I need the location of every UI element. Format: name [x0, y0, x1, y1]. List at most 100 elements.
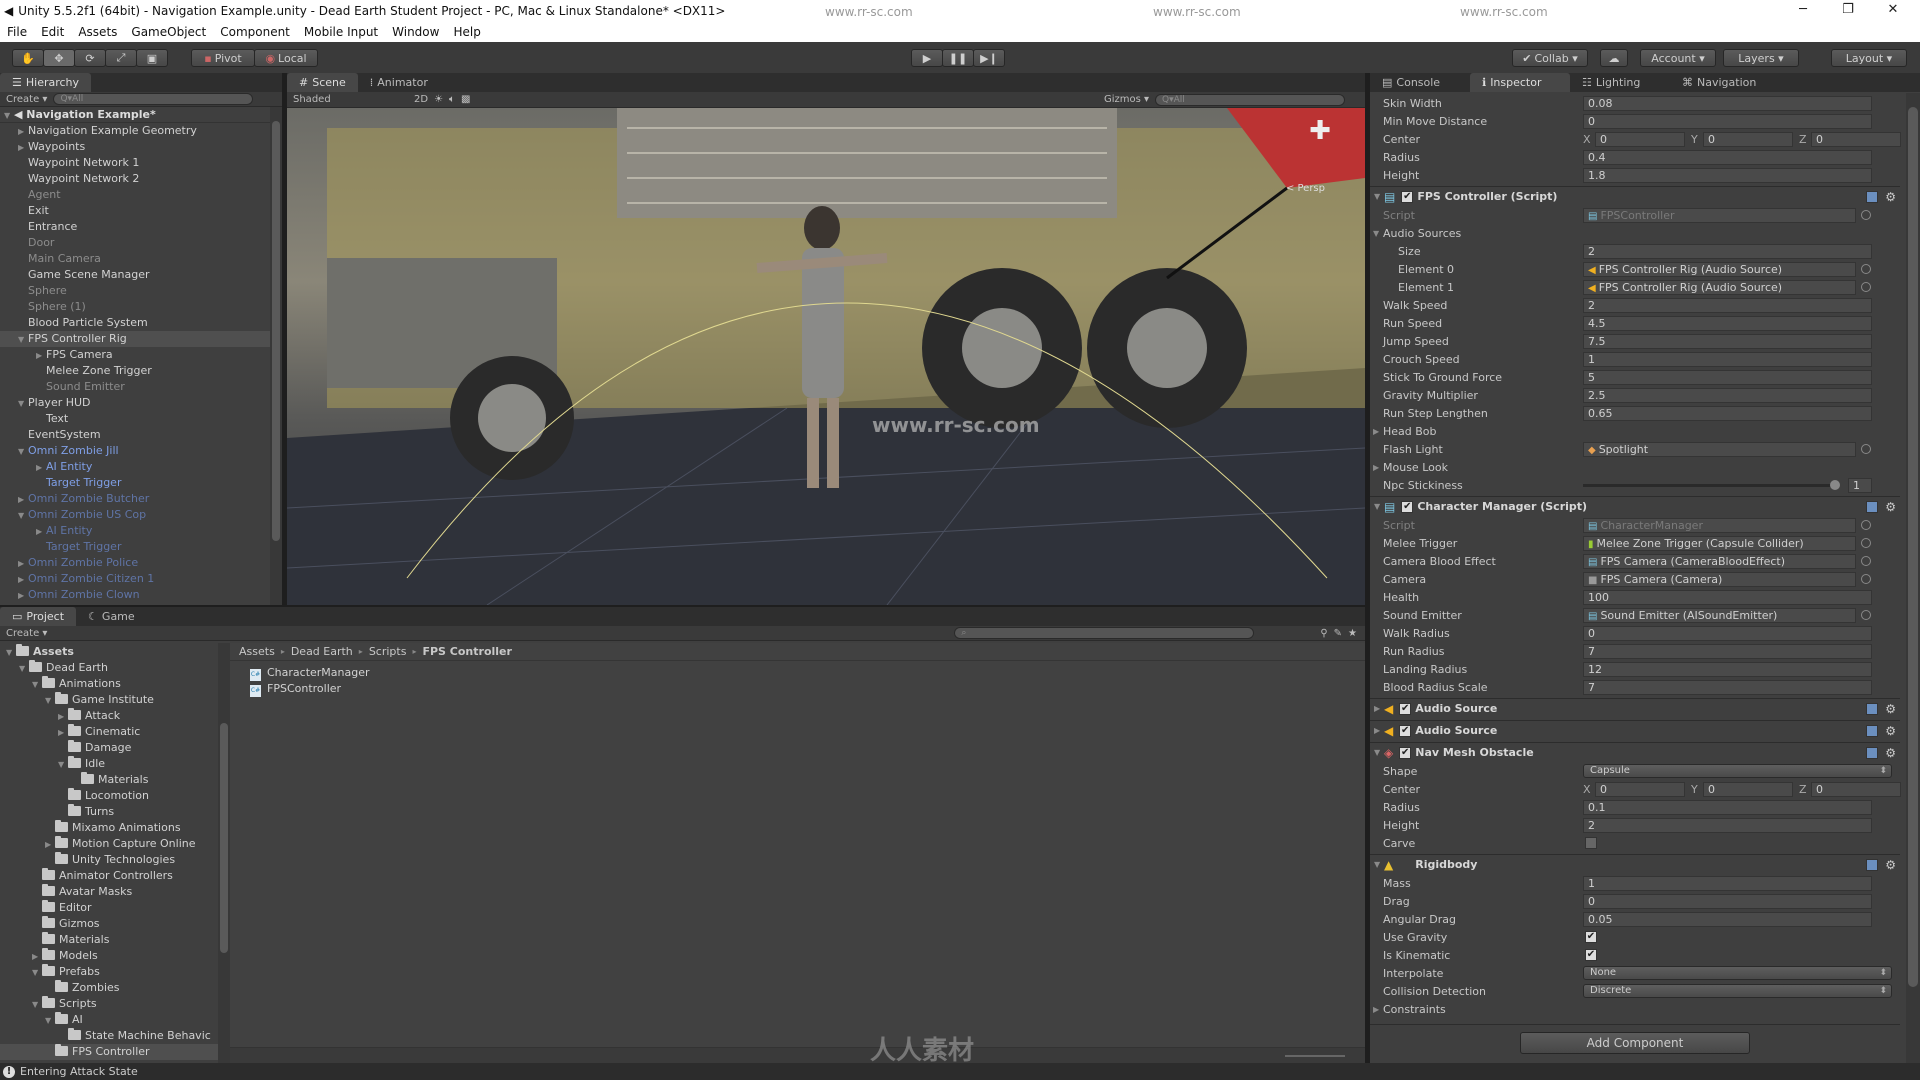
scene-root[interactable]: ▼ ◀ Navigation Example* — [0, 107, 270, 123]
number-field[interactable]: 0 — [1583, 893, 1872, 909]
collapsed-arrow-icon[interactable]: ▶ — [36, 460, 46, 476]
project-folder[interactable]: ▼ Scripts — [0, 996, 218, 1012]
project-folder[interactable]: ▼ Prefabs — [0, 964, 218, 980]
project-folder[interactable]: ▶ Cinematic — [0, 724, 218, 740]
project-folder[interactable]: ▼ Dead Earth — [0, 660, 218, 676]
object-field[interactable]: ▤ FPS Camera (CameraBloodEffect) — [1583, 553, 1856, 569]
project-folder[interactable]: Animator Controllers — [0, 868, 218, 884]
field-label[interactable]: Constraints — [1383, 1003, 1446, 1016]
project-folder[interactable]: State Machine Behavic — [0, 1028, 218, 1044]
minimize-button[interactable]: ─ — [1783, 0, 1823, 22]
layers-dropdown[interactable]: Layers ▾ — [1723, 49, 1799, 67]
play-button[interactable]: ▶ — [911, 49, 943, 67]
object-picker-icon[interactable] — [1861, 444, 1871, 454]
hierarchy-item[interactable]: Door — [0, 235, 270, 251]
gear-icon[interactable]: ⚙ — [1885, 190, 1896, 204]
project-folder[interactable]: ▼ Idle — [0, 756, 218, 772]
dropdown[interactable]: Discrete — [1583, 984, 1892, 998]
tab-inspector[interactable]: ℹ Inspector — [1470, 73, 1570, 92]
menu-window[interactable]: Window — [385, 25, 446, 39]
project-folder[interactable]: ▼ AI — [0, 1012, 218, 1028]
collapsed-arrow-icon[interactable]: ▶ — [32, 949, 42, 965]
expanded-arrow-icon[interactable]: ▼ — [19, 661, 29, 677]
collapsed-arrow-icon[interactable]: ▶ — [45, 837, 55, 853]
hierarchy-item[interactable]: Target Trigger — [0, 539, 270, 555]
slider-track[interactable] — [1583, 484, 1838, 487]
maximize-button[interactable]: ❐ — [1828, 0, 1868, 22]
dropdown[interactable]: None — [1583, 966, 1892, 980]
vector-z-field[interactable]: 0 — [1811, 131, 1901, 147]
effects-toggle-icon[interactable]: ▩ — [461, 94, 470, 105]
component-enabled-checkbox[interactable]: ✔ — [1401, 500, 1414, 513]
hierarchy-item[interactable]: ▼ Omni Zombie Jill — [0, 443, 270, 459]
tab-scene[interactable]: # Scene — [287, 73, 358, 92]
hierarchy-item[interactable]: Sound Emitter — [0, 379, 270, 395]
hierarchy-item[interactable]: ▶ AI Entity — [0, 523, 270, 539]
collapsed-arrow-icon[interactable]: ▶ — [18, 492, 28, 508]
collapsed-arrow-icon[interactable]: ▶ — [18, 588, 28, 604]
menu-help[interactable]: Help — [446, 25, 487, 39]
number-field[interactable]: 7 — [1583, 679, 1872, 695]
lighting-toggle-icon[interactable]: ☀ — [434, 94, 443, 105]
add-component-button[interactable]: Add Component — [1520, 1032, 1750, 1054]
object-picker-icon[interactable] — [1861, 210, 1871, 220]
number-field[interactable]: 2.5 — [1583, 387, 1872, 403]
menu-mobile-input[interactable]: Mobile Input — [297, 25, 385, 39]
expanded-arrow-icon[interactable]: ▼ — [1373, 229, 1383, 238]
gear-icon[interactable]: ⚙ — [1885, 746, 1896, 760]
field-label[interactable]: Mouse Look — [1383, 461, 1448, 474]
project-file[interactable]: C# FPSController — [250, 681, 1365, 697]
collapsed-arrow-icon[interactable]: ▶ — [18, 556, 28, 572]
collapsed-arrow-icon[interactable]: ▶ — [58, 709, 68, 725]
component-enabled-checkbox[interactable]: ✔ — [1401, 190, 1414, 203]
vector-z-field[interactable]: 0 — [1811, 781, 1901, 797]
hierarchy-item[interactable]: Sphere — [0, 283, 270, 299]
breadcrumb-item[interactable]: Scripts — [369, 645, 407, 658]
hierarchy-item[interactable]: ▶ Omni Zombie Clown — [0, 587, 270, 603]
slider-thumb[interactable] — [1830, 480, 1840, 490]
menu-assets[interactable]: Assets — [71, 25, 124, 39]
expanded-arrow-icon[interactable]: ▼ — [1374, 502, 1384, 511]
layout-dropdown[interactable]: Layout ▾ — [1831, 49, 1907, 67]
hierarchy-item[interactable]: Main Camera — [0, 251, 270, 267]
component-header[interactable]: ▼ ▤ ✔ Character Manager (Script) ⚙ — [1370, 496, 1900, 516]
expanded-arrow-icon[interactable]: ▼ — [1374, 192, 1384, 201]
collapsed-arrow-icon[interactable]: ▶ — [36, 524, 46, 540]
component-enabled-checkbox[interactable]: ✔ — [1399, 702, 1412, 715]
close-button[interactable]: ✕ — [1873, 0, 1913, 22]
expanded-arrow-icon[interactable]: ▼ — [45, 693, 55, 709]
object-field[interactable]: ◀ FPS Controller Rig (Audio Source) — [1583, 279, 1856, 295]
expanded-arrow-icon[interactable]: ▼ — [1374, 748, 1384, 757]
expanded-arrow-icon[interactable]: ▼ — [32, 997, 42, 1013]
hierarchy-item[interactable]: Target Trigger — [0, 475, 270, 491]
cloud-button[interactable]: ☁ — [1600, 49, 1628, 67]
object-picker-icon[interactable] — [1861, 574, 1871, 584]
project-folder[interactable]: Gizmos — [0, 916, 218, 932]
move-tool-button[interactable]: ✥ — [43, 49, 75, 67]
number-field[interactable]: 2 — [1583, 243, 1872, 259]
field-label[interactable]: Audio Sources — [1383, 227, 1461, 240]
rect-tool-button[interactable]: ▣ — [136, 49, 168, 67]
tab-console[interactable]: ▤ Console — [1370, 73, 1470, 92]
help-icon[interactable] — [1866, 702, 1878, 715]
icon-size-slider[interactable] — [1285, 1055, 1345, 1057]
collapsed-arrow-icon[interactable]: ▶ — [36, 348, 46, 364]
favorite-icon[interactable]: ★ — [1348, 628, 1357, 639]
number-field[interactable]: 1 — [1583, 351, 1872, 367]
project-folder[interactable]: ▼ Game Institute — [0, 692, 218, 708]
breadcrumb-item[interactable]: Assets — [239, 645, 275, 658]
object-field[interactable]: ▤ FPSController — [1583, 207, 1856, 223]
hierarchy-scrollbar[interactable] — [270, 107, 282, 605]
2d-toggle[interactable]: 2D — [414, 94, 428, 105]
gear-icon[interactable]: ⚙ — [1885, 858, 1896, 872]
field-label[interactable]: Head Bob — [1383, 425, 1437, 438]
object-picker-icon[interactable] — [1861, 264, 1871, 274]
project-folder[interactable]: Zombies — [0, 980, 218, 996]
hierarchy-item[interactable]: ▶ FPS Camera — [0, 347, 270, 363]
project-tree-scrollbar[interactable] — [218, 643, 230, 1063]
project-folder[interactable]: Damage — [0, 740, 218, 756]
hierarchy-item[interactable]: Text — [0, 411, 270, 427]
hierarchy-item[interactable]: Entrance — [0, 219, 270, 235]
object-field[interactable]: ▤ CharacterManager — [1583, 517, 1856, 533]
step-button[interactable]: ▶❙ — [973, 49, 1005, 67]
